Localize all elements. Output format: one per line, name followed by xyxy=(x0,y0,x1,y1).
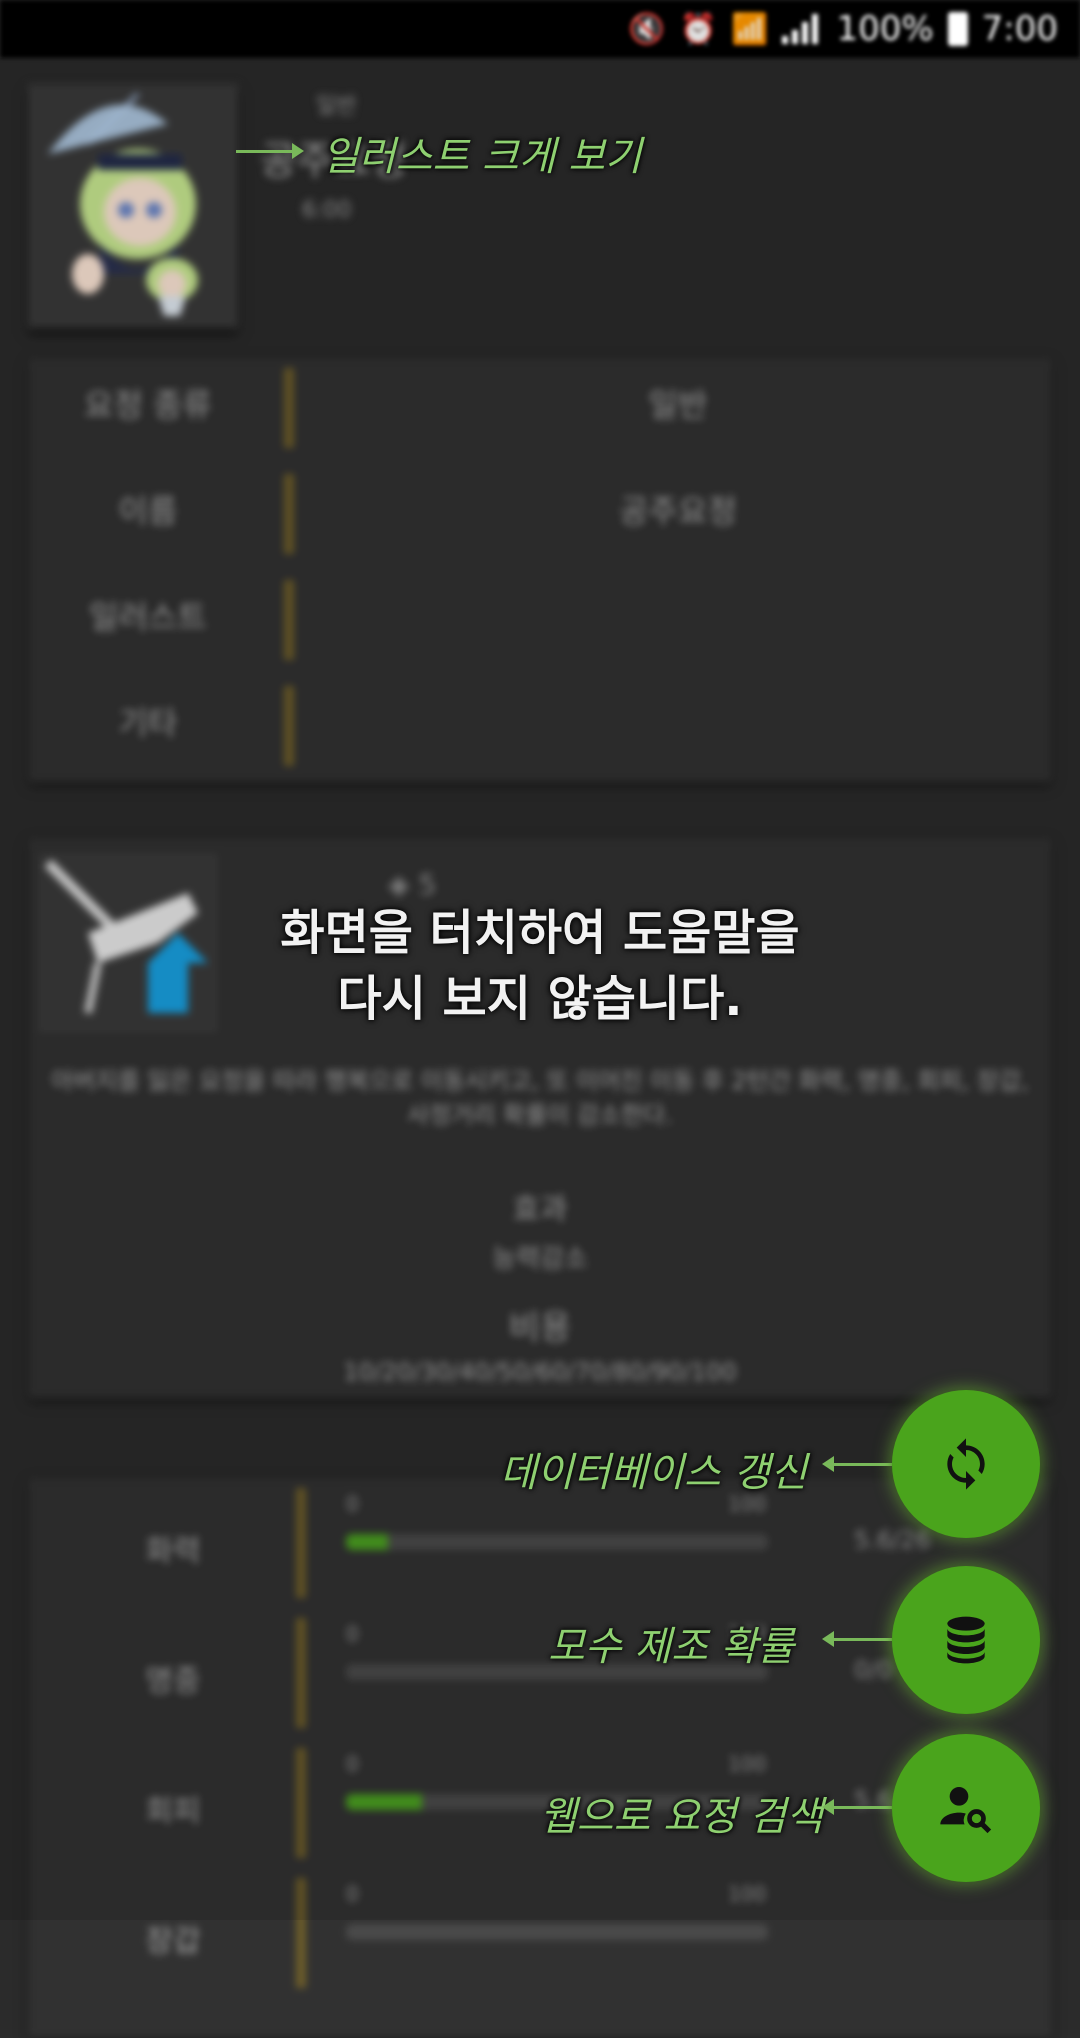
status-bar: 🔇 ⏰ 📶 100% 7:00 xyxy=(0,0,1080,58)
hint-arrow xyxy=(236,143,304,159)
help-message-line1: 화면을 터치하여 도움말을 xyxy=(280,905,800,961)
hint-arrow xyxy=(822,1631,892,1647)
signal-icon xyxy=(782,14,822,44)
hint-arrow xyxy=(822,1456,892,1472)
battery-percent: 100% xyxy=(836,9,934,49)
database-icon xyxy=(947,1616,985,1664)
web-search-button[interactable] xyxy=(892,1734,1040,1882)
hint-update-db: 데이터베이스 갱신 xyxy=(500,1450,808,1496)
hint-illustration: 일러스트 크게 보기 xyxy=(322,134,642,180)
mute-icon: 🔇 xyxy=(628,11,666,47)
clock: 7:00 xyxy=(981,9,1058,49)
sync-icon xyxy=(947,1438,985,1490)
help-dismiss-message[interactable]: 화면을 터치하여 도움말을 다시 보지 않습니다. xyxy=(0,900,1080,1032)
hint-arrow xyxy=(822,1799,892,1815)
stat-label: 장갑 xyxy=(145,1924,201,1959)
wifi-icon: 📶 xyxy=(731,11,769,47)
update-database-button[interactable] xyxy=(892,1390,1040,1538)
help-message-line2: 다시 보지 않습니다. xyxy=(337,971,743,1027)
hint-web-search: 웹으로 요정 검색 xyxy=(540,1794,824,1840)
stat-bar xyxy=(346,1924,768,1940)
battery-icon xyxy=(947,12,968,46)
production-rate-button[interactable] xyxy=(892,1566,1040,1714)
alarm-icon: ⏰ xyxy=(679,11,718,47)
hint-production-rate: 모수 제조 확률 xyxy=(548,1624,795,1670)
person-search-icon xyxy=(940,1787,992,1834)
